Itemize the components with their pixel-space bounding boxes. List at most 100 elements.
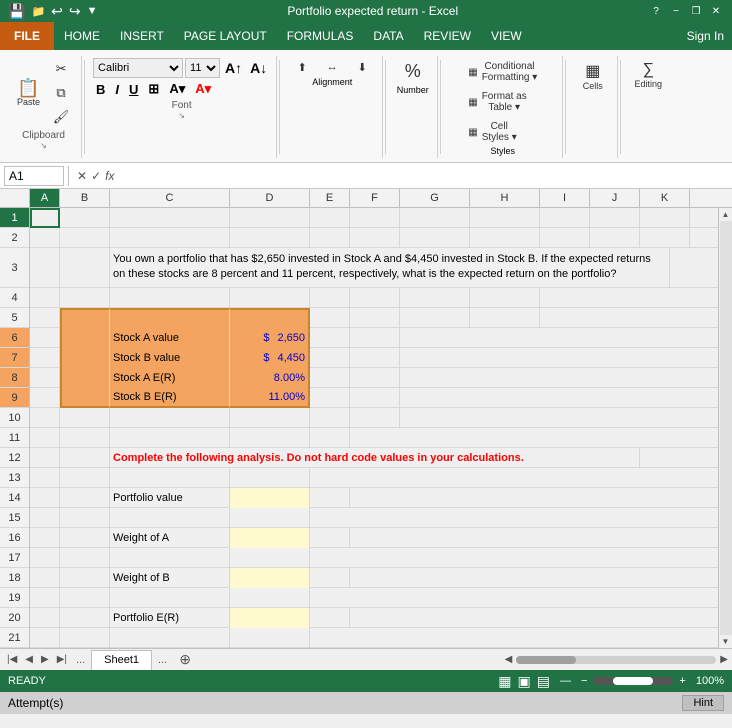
col-header-j[interactable]: J	[590, 189, 640, 207]
col-header-g[interactable]: G	[400, 189, 470, 207]
help-btn[interactable]: ?	[648, 3, 664, 19]
row-num-20[interactable]: 20	[0, 608, 29, 628]
cell-b9[interactable]	[60, 388, 110, 408]
row-num-16[interactable]: 16	[0, 528, 29, 548]
cell-a12[interactable]	[30, 448, 60, 468]
row-num-19[interactable]: 19	[0, 588, 29, 608]
cell-b13[interactable]	[60, 468, 110, 488]
cell-d19[interactable]	[230, 588, 310, 608]
zoom-slider-thumb[interactable]	[613, 677, 653, 685]
copy-button[interactable]: ⧉	[47, 82, 75, 104]
cut-button[interactable]: ✂	[47, 58, 75, 80]
align-bottom-btn[interactable]: ⬇	[348, 58, 376, 77]
paste-button[interactable]: 📋 Paste	[12, 76, 45, 110]
cell-a17[interactable]	[30, 548, 60, 568]
cell-e18[interactable]	[310, 568, 350, 588]
cell-d6-dollar[interactable]: $ 2,650	[230, 328, 310, 348]
cell-d17[interactable]	[230, 548, 310, 568]
cell-c6-label[interactable]: Stock A value	[110, 328, 230, 348]
cell-g2[interactable]	[400, 228, 470, 248]
cell-a20[interactable]	[30, 608, 60, 628]
row-num-3[interactable]: 3	[0, 248, 29, 288]
close-btn[interactable]: ✕	[708, 3, 724, 19]
cell-a18[interactable]	[30, 568, 60, 588]
cell-a21[interactable]	[30, 628, 60, 648]
cell-b3[interactable]	[60, 248, 110, 288]
cell-d9-value[interactable]: 11.00%	[230, 388, 310, 408]
cell-f8[interactable]	[350, 368, 400, 388]
cell-b5[interactable]	[60, 308, 110, 328]
normal-view-icon[interactable]: ▦	[498, 673, 511, 690]
insert-function-icon[interactable]: fx	[105, 169, 114, 183]
font-color-btn[interactable]: A▾	[192, 80, 214, 98]
row-num-2[interactable]: 2	[0, 228, 29, 248]
confirm-formula-icon[interactable]: ✓	[91, 169, 101, 183]
cell-i2[interactable]	[540, 228, 590, 248]
row-num-21[interactable]: 21	[0, 628, 29, 648]
cell-c16-label[interactable]: Weight of A	[110, 528, 230, 548]
cell-c19[interactable]	[110, 588, 230, 608]
cancel-formula-icon[interactable]: ✕	[77, 169, 87, 183]
col-header-c[interactable]: C	[110, 189, 230, 207]
sheet-nav-last[interactable]: ▶|	[54, 654, 70, 665]
cell-d21[interactable]	[230, 628, 310, 648]
zoom-out-btn[interactable]: −	[581, 675, 587, 687]
cell-d8-value[interactable]: 8.00%	[230, 368, 310, 388]
border-btn[interactable]: ⊞	[145, 80, 162, 98]
cell-b7[interactable]	[60, 348, 110, 368]
cell-e14[interactable]	[310, 488, 350, 508]
increase-font-btn[interactable]: A↑	[222, 59, 245, 77]
cell-c13[interactable]	[110, 468, 230, 488]
cell-reference-input[interactable]	[4, 166, 64, 186]
cell-c21[interactable]	[110, 628, 230, 648]
cell-d14-value[interactable]	[230, 488, 310, 508]
cell-g4[interactable]	[400, 288, 470, 308]
cell-a5[interactable]	[30, 308, 60, 328]
cell-b6[interactable]	[60, 328, 110, 348]
menu-insert[interactable]: INSERT	[110, 25, 174, 47]
sheet-nav-first[interactable]: |◀	[4, 654, 20, 665]
decrease-font-btn[interactable]: A↓	[247, 59, 270, 77]
cell-c17[interactable]	[110, 548, 230, 568]
cell-b21[interactable]	[60, 628, 110, 648]
page-break-icon[interactable]: ▤	[537, 673, 550, 690]
col-header-i[interactable]: I	[540, 189, 590, 207]
zoom-in-btn[interactable]: +	[679, 675, 685, 687]
row-num-18[interactable]: 18	[0, 568, 29, 588]
cell-b16[interactable]	[60, 528, 110, 548]
cell-d4[interactable]	[230, 288, 310, 308]
conditional-formatting-btn[interactable]: ▦ ConditionalFormatting ▾	[463, 58, 542, 86]
page-layout-icon[interactable]: ▣	[518, 673, 531, 690]
italic-btn[interactable]: I	[112, 81, 122, 98]
row-num-8[interactable]: 8	[0, 368, 29, 388]
cell-styles-btn[interactable]: ▦ CellStyles ▾	[463, 118, 542, 146]
row-num-7[interactable]: 7	[0, 348, 29, 368]
cell-a10[interactable]	[30, 408, 60, 428]
scroll-up-btn[interactable]: ▲	[720, 208, 732, 221]
row-num-12[interactable]: 12	[0, 448, 29, 468]
cell-d7-value[interactable]: $ 4,450	[230, 348, 310, 368]
cell-a15[interactable]	[30, 508, 60, 528]
menu-formulas[interactable]: FORMULAS	[277, 25, 364, 47]
cell-c10[interactable]	[110, 408, 230, 428]
cell-a19[interactable]	[30, 588, 60, 608]
cell-d20-value[interactable]	[230, 608, 310, 628]
cells-btn[interactable]: ▦ Cells	[578, 58, 608, 94]
row-num-14[interactable]: 14	[0, 488, 29, 508]
cell-c15[interactable]	[110, 508, 230, 528]
cell-e6[interactable]	[310, 328, 350, 348]
cell-c2[interactable]	[110, 228, 230, 248]
col-header-a[interactable]: A	[30, 189, 60, 207]
menu-review[interactable]: REVIEW	[414, 25, 481, 47]
cell-a13[interactable]	[30, 468, 60, 488]
cell-d1[interactable]	[230, 208, 310, 228]
scroll-down-btn[interactable]: ▼	[720, 635, 732, 648]
cell-e20[interactable]	[310, 608, 350, 628]
menu-home[interactable]: HOME	[54, 25, 110, 47]
cell-f5[interactable]	[350, 308, 400, 328]
underline-btn[interactable]: U	[126, 81, 141, 98]
cell-k2[interactable]	[640, 228, 690, 248]
row-num-9[interactable]: 9	[0, 388, 29, 408]
bold-btn[interactable]: B	[93, 81, 108, 98]
cell-f10[interactable]	[350, 408, 400, 428]
